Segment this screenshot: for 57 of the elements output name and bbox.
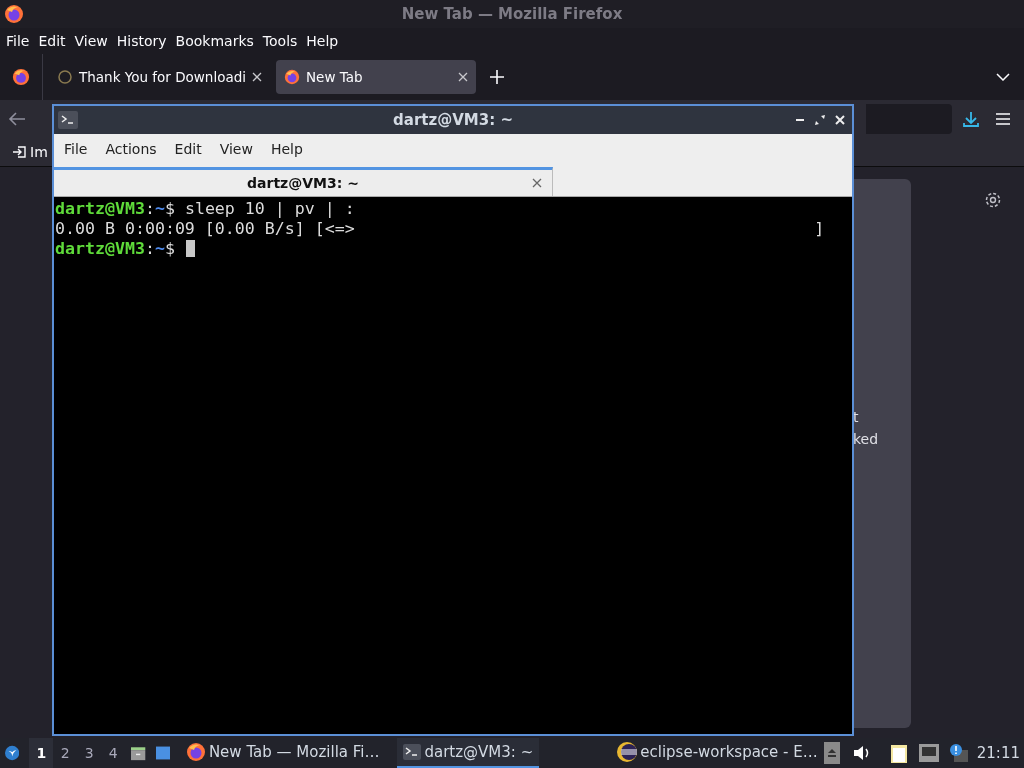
window-title: dartz@VM3: ~	[393, 111, 513, 129]
menu-item[interactable]: Tools	[258, 33, 302, 49]
close-icon[interactable]	[532, 178, 542, 188]
close-icon[interactable]	[252, 72, 262, 82]
firefox-icon	[12, 68, 30, 86]
network-icon[interactable]	[918, 744, 939, 762]
menu-item[interactable]: Edit	[169, 141, 212, 157]
browser-tab[interactable]: Thank You for Downloadi	[49, 60, 270, 94]
bookmark-item[interactable]: Im	[30, 144, 48, 160]
firefox-icon	[185, 742, 206, 762]
prompt-line: dartz@VM3:~$	[55, 239, 195, 259]
workspace-button[interactable]: 4	[101, 738, 126, 768]
start-menu-icon[interactable]	[5, 743, 20, 763]
menu-item[interactable]: File	[59, 141, 98, 157]
prompt-line: dartz@VM3:~$ sleep 10 | pv | :	[55, 199, 355, 219]
menu-item[interactable]: Bookmarks	[171, 33, 258, 49]
page-icon	[57, 69, 73, 85]
back-arrow-icon[interactable]	[8, 111, 26, 127]
menu-item[interactable]: View	[214, 141, 263, 157]
menu-icon[interactable]	[996, 113, 1010, 125]
window-icon[interactable]	[155, 744, 170, 762]
speaker-icon[interactable]	[852, 745, 871, 761]
download-icon[interactable]	[962, 110, 980, 128]
terminal-icon	[403, 744, 422, 760]
taskbar-button[interactable]: New Tab — Mozilla Fi…	[179, 738, 386, 768]
chevron-down-icon[interactable]	[996, 73, 1010, 81]
eclipse-icon	[617, 742, 638, 762]
new-tab-icon[interactable]	[490, 70, 504, 84]
workspace-button[interactable]: 2	[53, 738, 78, 768]
menu-item[interactable]: File	[2, 33, 34, 49]
terminal-icon	[58, 111, 78, 129]
firefox-icon	[284, 69, 300, 85]
menu-item[interactable]: History	[112, 33, 171, 49]
eject-icon[interactable]	[823, 742, 840, 764]
menu-item[interactable]: Edit	[34, 33, 70, 49]
clipboard-icon[interactable]	[889, 743, 908, 763]
card-text: ked	[853, 430, 880, 449]
card-text: t	[853, 408, 860, 427]
firefox-icon	[4, 4, 24, 24]
notification-icon[interactable]	[949, 744, 968, 762]
workspace-button[interactable]: 3	[77, 738, 102, 768]
restore-icon[interactable]	[814, 114, 826, 126]
window-title: New Tab — Mozilla Firefox	[401, 5, 623, 23]
taskbar-button[interactable]: dartz@VM3: ~	[397, 738, 540, 768]
menu-item[interactable]: Help	[302, 33, 343, 49]
settings-icon[interactable]	[984, 191, 1002, 209]
terminal-tab[interactable]: dartz@VM3: ~	[54, 167, 553, 196]
taskbar-button[interactable]: eclipse-workspace - E…	[611, 738, 824, 768]
close-icon[interactable]	[458, 72, 468, 82]
output-line: 0.00 B 0:00:09 [0.00 B/s] [<=> ]	[55, 219, 825, 239]
menu-item[interactable]: Help	[265, 141, 313, 157]
workspace-button[interactable]: 1	[29, 738, 54, 768]
clock[interactable]: 21:11	[976, 744, 1020, 762]
menu-item[interactable]: View	[70, 33, 112, 49]
import-icon	[12, 145, 26, 159]
browser-tab[interactable]: New Tab	[276, 60, 476, 94]
menu-item[interactable]: Actions	[100, 141, 167, 157]
